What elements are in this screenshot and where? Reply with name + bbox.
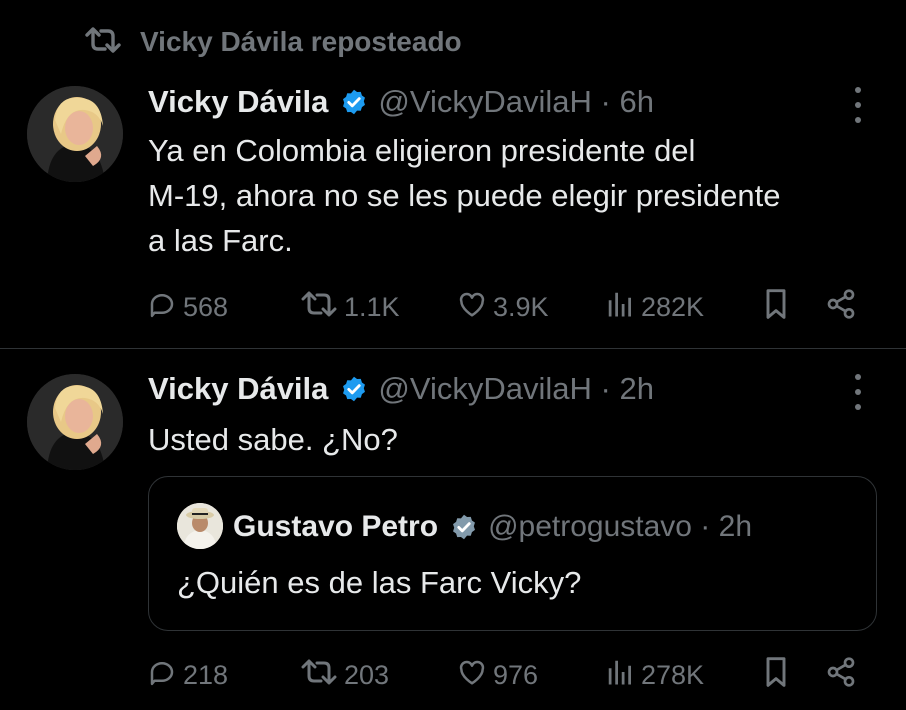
share-button[interactable] (825, 655, 857, 695)
tweet-text-line: Ya en Colombia eligieron presidente del (148, 133, 696, 168)
share-icon (825, 656, 857, 695)
share-button[interactable] (825, 287, 857, 327)
tweet-actions: 568 1.1K 3.9K 282K (147, 287, 867, 327)
verified-gray-badge-icon (450, 513, 478, 541)
repost-icon (300, 659, 338, 692)
reply-button[interactable]: 568 (147, 287, 228, 327)
bookmark-button[interactable] (761, 287, 791, 327)
tweet-text-line: Usted sabe. ¿No? (148, 422, 398, 457)
reply-icon (147, 657, 177, 694)
quote-author-name: Gustavo Petro (233, 510, 439, 543)
reply-button[interactable]: 218 (147, 655, 228, 695)
tweet-actions: 218 203 976 278K (147, 655, 867, 695)
author-name[interactable]: Vicky Dávila (148, 371, 328, 407)
repost-count: 203 (344, 659, 390, 690)
views-icon (605, 658, 635, 693)
quote-handle-time: @petrogustavo · 2h (488, 510, 752, 543)
like-count: 976 (493, 659, 539, 690)
tweet-text: Usted sabe. ¿No? (148, 417, 888, 462)
views-button[interactable]: 282K (605, 287, 704, 327)
views-count: 278K (641, 659, 705, 690)
tweet-1[interactable]: Vicky Dávila @VickyDavilaH · 6h Ya en Co… (0, 0, 906, 348)
quoted-tweet[interactable]: Gustavo Petro @petrogustavo · 2h ¿Quién … (148, 476, 877, 631)
views-count: 282K (641, 291, 705, 322)
heart-icon (457, 658, 487, 693)
avatar[interactable] (27, 374, 123, 470)
bookmark-button[interactable] (761, 655, 791, 695)
tweet-text-line: M-19, ahora no se les puede elegir presi… (148, 178, 781, 213)
bookmark-icon (761, 288, 791, 327)
quote-header: Gustavo Petro @petrogustavo · 2h (233, 507, 752, 547)
repost-button[interactable]: 203 (300, 655, 389, 695)
verified-badge-icon (340, 88, 368, 116)
avatar[interactable] (27, 86, 123, 182)
quote-text: ¿Quién es de las Farc Vicky? (177, 565, 582, 600)
more-options-icon[interactable] (846, 374, 870, 410)
tweet-2[interactable]: Vicky Dávila @VickyDavilaH · 2h Usted sa… (0, 349, 906, 710)
bookmark-icon (761, 656, 791, 695)
repost-icon (300, 291, 338, 324)
like-count: 3.9K (493, 291, 549, 322)
share-icon (825, 288, 857, 327)
reply-count: 568 (183, 291, 229, 322)
tweet-text: Ya en Colombia eligieron presidente del … (148, 128, 888, 263)
repost-button[interactable]: 1.1K (300, 287, 400, 327)
repost-count: 1.1K (344, 291, 400, 322)
reply-count: 218 (183, 659, 229, 690)
author-name[interactable]: Vicky Dávila (148, 84, 328, 120)
handle-time[interactable]: @VickyDavilaH · 6h (378, 84, 654, 120)
verified-badge-icon (340, 375, 368, 403)
views-button[interactable]: 278K (605, 655, 704, 695)
more-options-icon[interactable] (846, 87, 870, 123)
handle-time[interactable]: @VickyDavilaH · 2h (378, 371, 654, 407)
heart-icon (457, 290, 487, 325)
like-button[interactable]: 976 (457, 655, 538, 695)
tweet-text-line: a las Farc. (148, 223, 293, 258)
views-icon (605, 290, 635, 325)
quote-avatar (177, 503, 223, 549)
like-button[interactable]: 3.9K (457, 287, 549, 327)
reply-icon (147, 289, 177, 326)
